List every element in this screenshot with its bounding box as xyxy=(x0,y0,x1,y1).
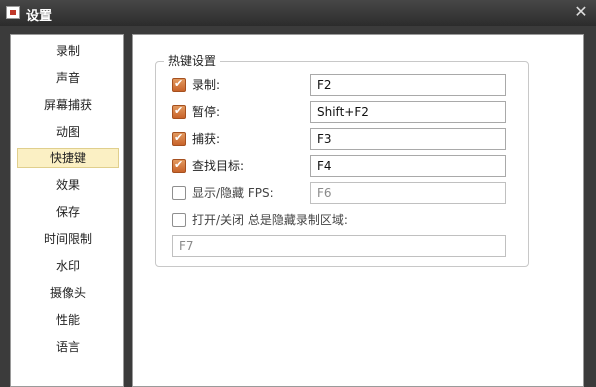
sidebar-item-time-limit[interactable]: 时间限制 xyxy=(17,229,119,249)
record-hotkey-label: 录制: xyxy=(192,78,221,92)
fps-hotkey-checkbox[interactable] xyxy=(172,186,186,200)
capture-hotkey-field[interactable]: F3 xyxy=(310,128,506,150)
hide-area-hotkey-checkbox[interactable] xyxy=(172,213,186,227)
record-hotkey-checkbox[interactable] xyxy=(172,77,186,92)
sidebar-item-record[interactable]: 录制 xyxy=(17,41,119,61)
sidebar-item-performance[interactable]: 性能 xyxy=(17,310,119,330)
capture-hotkey-checkbox[interactable] xyxy=(172,131,186,146)
pause-hotkey-field[interactable]: Shift+F2 xyxy=(310,101,506,123)
sidebar-item-language[interactable]: 语言 xyxy=(17,337,119,357)
close-icon[interactable]: ✕ xyxy=(572,3,590,21)
capture-hotkey-label: 捕获: xyxy=(192,132,221,146)
sidebar-item-audio[interactable]: 声音 xyxy=(17,68,119,88)
sidebar-item-watermark[interactable]: 水印 xyxy=(17,256,119,276)
record-hotkey-field[interactable]: F2 xyxy=(310,74,506,96)
app-icon xyxy=(6,6,20,19)
hotkey-settings-group: 热键设置 录制: F2 暂停: Shift+F2 捕获: F3 查找目标: F4… xyxy=(155,53,529,267)
fps-hotkey-label: 显示/隐藏 FPS: xyxy=(192,186,274,200)
settings-window: 设置 ✕ 录制 声音 屏幕捕获 动图 快捷键 效果 保存 时间限制 水印 摄像头… xyxy=(0,0,596,387)
hide-area-hotkey-label: 打开/关闭 总是隐藏录制区域: xyxy=(192,213,348,227)
sidebar-item-effects[interactable]: 效果 xyxy=(17,175,119,195)
pause-hotkey-checkbox[interactable] xyxy=(172,104,186,119)
sidebar-item-webcam[interactable]: 摄像头 xyxy=(17,283,119,303)
find-target-hotkey-field[interactable]: F4 xyxy=(310,155,506,177)
pause-hotkey-label: 暂停: xyxy=(192,105,221,119)
settings-sidebar: 录制 声音 屏幕捕获 动图 快捷键 效果 保存 时间限制 水印 摄像头 性能 语… xyxy=(10,34,124,387)
title-bar[interactable]: 设置 ✕ xyxy=(0,0,596,26)
sidebar-item-screen-capture[interactable]: 屏幕捕获 xyxy=(17,95,119,115)
find-target-hotkey-label: 查找目标: xyxy=(192,159,245,173)
sidebar-item-hotkeys[interactable]: 快捷键 xyxy=(17,148,119,168)
sidebar-item-save[interactable]: 保存 xyxy=(17,202,119,222)
group-title: 热键设置 xyxy=(164,53,221,69)
hide-area-hotkey-field[interactable]: F7 xyxy=(172,235,506,257)
window-title: 设置 xyxy=(26,9,53,24)
fps-hotkey-field[interactable]: F6 xyxy=(310,182,506,204)
settings-content-panel: 热键设置 录制: F2 暂停: Shift+F2 捕获: F3 查找目标: F4… xyxy=(132,34,584,387)
sidebar-item-gif[interactable]: 动图 xyxy=(17,122,119,142)
find-target-hotkey-checkbox[interactable] xyxy=(172,158,186,173)
